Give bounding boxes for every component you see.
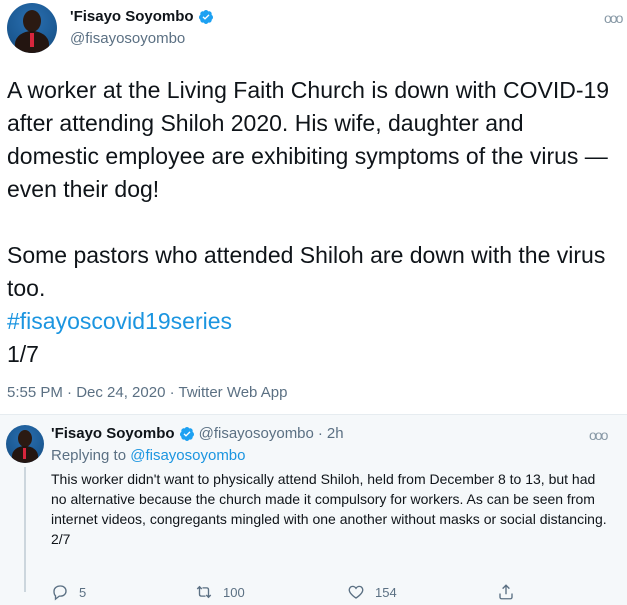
share-button[interactable]: [497, 583, 515, 601]
reply-count: 5: [79, 584, 87, 600]
timestamp[interactable]: 2h: [327, 425, 344, 442]
handle[interactable]: @fisayosoyombo: [199, 425, 314, 442]
avatar[interactable]: [6, 425, 44, 463]
verified-badge-icon: [179, 426, 194, 441]
thread-counter: 1/7: [7, 341, 39, 367]
reply-header: 'Fisayo Soyombo @fisayosoyombo · 2h: [51, 425, 344, 442]
retweet-button[interactable]: 100: [195, 583, 245, 601]
replying-handle-link[interactable]: @fisayosoyombo: [130, 447, 245, 464]
separator: ·: [317, 425, 323, 442]
main-tweet: 'Fisayo Soyombo @fisayosoyombo ooo A wor…: [0, 0, 627, 414]
more-icon[interactable]: ooo: [604, 10, 623, 26]
replying-to: Replying to @fisayosoyombo: [51, 447, 246, 464]
display-name-row[interactable]: 'Fisayo Soyombo: [70, 8, 214, 25]
hashtag-link[interactable]: #fisayoscovid19series: [7, 305, 617, 338]
like-count: 154: [375, 584, 397, 600]
tweet-text: A worker at the Living Faith Church is d…: [7, 74, 617, 371]
tweet-paragraph: Some pastors who attended Shiloh are dow…: [7, 242, 606, 301]
tweet-meta[interactable]: 5:55 PM · Dec 24, 2020 · Twitter Web App: [7, 384, 287, 401]
thread-line: [24, 467, 26, 592]
handle[interactable]: @fisayosoyombo: [70, 30, 185, 47]
display-name[interactable]: 'Fisayo Soyombo: [70, 8, 194, 25]
share-icon: [499, 584, 513, 600]
reply-button[interactable]: 5: [51, 583, 86, 601]
retweet-icon: [196, 585, 212, 599]
verified-badge-icon: [198, 9, 213, 24]
more-icon[interactable]: ooo: [589, 427, 608, 443]
avatar[interactable]: [7, 3, 57, 53]
reply-text: This worker didn't want to physically at…: [51, 469, 611, 549]
thread-counter: 2/7: [51, 531, 71, 547]
action-bar: 5 100 154: [51, 583, 521, 605]
like-icon: [348, 585, 364, 599]
reply-paragraph: This worker didn't want to physically at…: [51, 471, 607, 527]
retweet-count: 100: [223, 584, 245, 600]
tweet-paragraph: A worker at the Living Faith Church is d…: [7, 77, 610, 202]
replying-prefix: Replying to: [51, 447, 127, 464]
reply-tweet[interactable]: 'Fisayo Soyombo @fisayosoyombo · 2h ooo …: [0, 415, 627, 605]
display-name[interactable]: 'Fisayo Soyombo: [51, 425, 175, 442]
like-button[interactable]: 154: [347, 583, 397, 601]
reply-icon: [53, 585, 67, 601]
